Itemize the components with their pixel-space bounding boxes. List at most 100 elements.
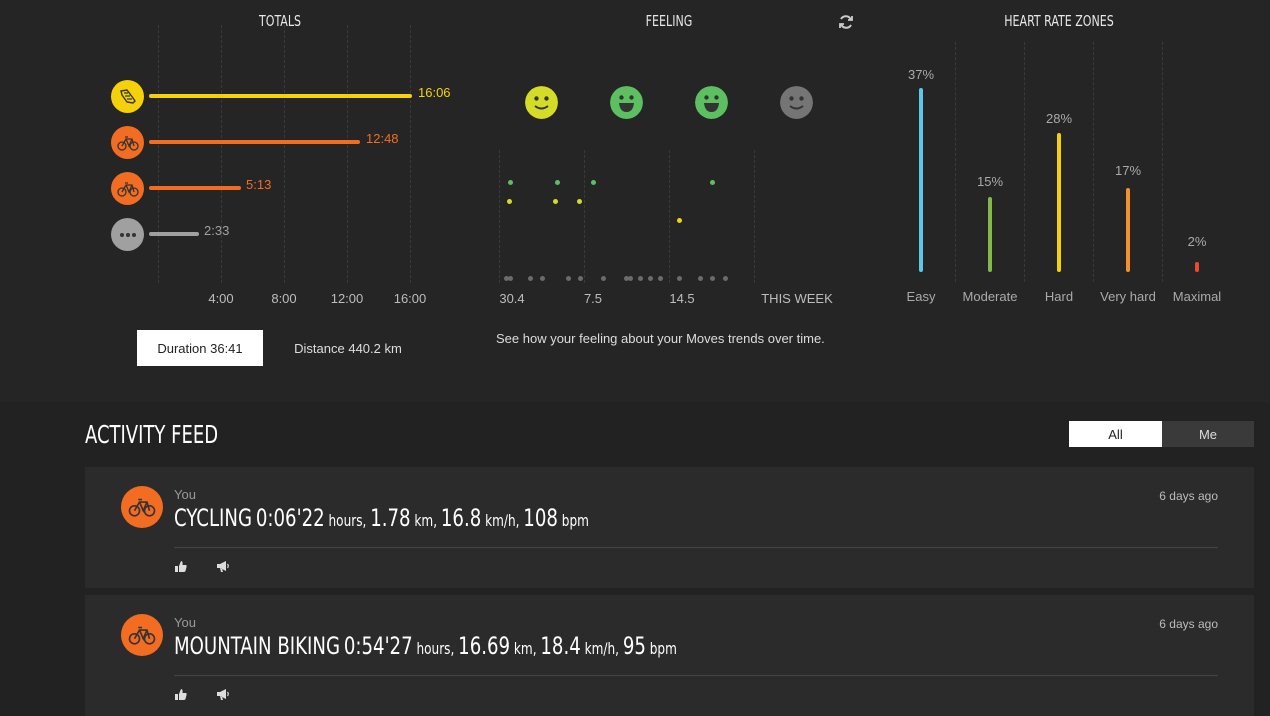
- hr-zone-percent: 2%: [1187, 234, 1207, 249]
- feeling-title: FEELING: [645, 12, 693, 30]
- bike-icon: [128, 626, 156, 645]
- feed-distance-unit: km,: [414, 511, 438, 530]
- feed-card[interactable]: You 6 days ago CYCLING 0:06'22 hours, 1.…: [85, 467, 1254, 588]
- thumbs-up-icon[interactable]: [174, 687, 188, 701]
- more-icon: [119, 232, 136, 237]
- hr-zone-label: Easy: [906, 289, 936, 304]
- feed-speed: 18.4: [540, 632, 581, 660]
- feeling-dot: [710, 276, 715, 281]
- feed-heart-rate: 95: [622, 632, 646, 660]
- feed-distance-unit: km,: [513, 639, 537, 658]
- feeling-tick: THIS WEEK: [761, 291, 833, 306]
- totals-tick: 16:00: [393, 291, 427, 306]
- filter-all-button[interactable]: All: [1069, 421, 1162, 447]
- total-value-cycling: 12:48: [366, 131, 399, 146]
- feeling-dot: [508, 276, 513, 281]
- total-value-running: 16:06: [418, 85, 451, 100]
- divider: [174, 547, 1218, 548]
- shoe-icon: [119, 88, 136, 104]
- duration-button[interactable]: Duration 36:41: [137, 330, 263, 366]
- neutral-face-icon: [525, 86, 558, 119]
- feeling-dot: [578, 276, 583, 281]
- grid-line: [1093, 42, 1094, 282]
- feed-speed-unit: km/h,: [584, 639, 619, 658]
- feeling-dot: [591, 180, 596, 185]
- other-sport-badge: [111, 218, 144, 251]
- cycling-avatar: [121, 486, 163, 528]
- feeling-dot: [540, 276, 545, 281]
- grid-line: [499, 150, 500, 283]
- totals-tick: 12:00: [330, 291, 364, 306]
- feed-card[interactable]: You 6 days ago MOUNTAIN BIKING 0:54'27 h…: [85, 595, 1254, 716]
- hr-zone-bar-very-hard: [1126, 188, 1130, 272]
- feeling-tick: 7.5: [583, 291, 603, 306]
- hr-zone-bar-easy: [919, 88, 923, 272]
- hr-zone-bar-hard: [1057, 133, 1061, 272]
- grid-line: [669, 150, 670, 283]
- totals-tick: 4:00: [208, 291, 234, 306]
- bike-icon: [128, 498, 156, 517]
- happy-face-icon: [610, 86, 643, 119]
- total-value-other: 2:33: [204, 223, 230, 238]
- feed-duration: 0:54'27: [343, 632, 413, 660]
- hr-zone-label: Moderate: [962, 289, 1018, 304]
- hr-zone-bar-maximal: [1195, 262, 1199, 272]
- hr-zone-bar-moderate: [988, 197, 992, 272]
- heart-rate-zones-title: HEART RATE ZONES: [1004, 12, 1114, 30]
- hr-zone-percent: 15%: [976, 174, 1004, 189]
- hr-zone-label: Hard: [1044, 289, 1074, 304]
- grid-line: [158, 25, 159, 283]
- distance-button[interactable]: Distance 440.2 km: [280, 330, 416, 366]
- feeling-dot: [698, 276, 703, 281]
- grid-line: [955, 42, 956, 282]
- thumbs-up-icon[interactable]: [174, 559, 188, 573]
- feeling-dot: [658, 276, 663, 281]
- grid-line: [1162, 42, 1163, 282]
- total-value-mountain-biking: 5:13: [246, 177, 272, 192]
- feeling-dot: [508, 180, 513, 185]
- grid-line: [754, 150, 755, 283]
- grid-line: [584, 150, 585, 283]
- feeling-dot: [507, 199, 512, 204]
- feeling-dot: [710, 180, 715, 185]
- feed-speed: 16.8: [440, 504, 482, 532]
- bike-icon: [116, 181, 139, 197]
- hr-zone-label: Very hard: [1100, 289, 1156, 304]
- feeling-dot: [638, 276, 643, 281]
- cycling-sport-badge: [111, 126, 144, 159]
- grid-line: [347, 25, 348, 283]
- feed-heart-rate-unit: bpm: [649, 639, 677, 658]
- feeling-tick: 30.4: [499, 291, 525, 306]
- hr-zone-percent: 28%: [1045, 111, 1073, 126]
- feeling-dot: [677, 276, 682, 281]
- feed-duration: 0:06'22: [255, 504, 325, 532]
- total-bar-mountain-biking: [149, 186, 241, 190]
- feed-duration-unit: hours,: [328, 511, 367, 530]
- totals-tick: 8:00: [271, 291, 297, 306]
- activity-feed-title: ACTIVITY FEED: [85, 420, 219, 449]
- mountain-biking-avatar: [121, 614, 163, 656]
- happy-face-icon: [695, 86, 728, 119]
- megaphone-icon[interactable]: [216, 687, 230, 701]
- megaphone-icon[interactable]: [216, 559, 230, 573]
- feed-distance: 1.78: [370, 504, 411, 532]
- feed-time: 6 days ago: [1159, 489, 1218, 503]
- feeling-dot: [723, 276, 728, 281]
- feed-author: You: [174, 487, 196, 502]
- bike-icon: [116, 135, 139, 151]
- total-bar-other: [149, 232, 199, 236]
- feed-summary: CYCLING 0:06'22 hours, 1.78 km, 16.8 km/…: [174, 504, 589, 532]
- feeling-dot: [553, 199, 558, 204]
- filter-me-button[interactable]: Me: [1162, 421, 1254, 447]
- feeling-dot: [566, 276, 571, 281]
- feeling-dot: [628, 276, 633, 281]
- feed-time: 6 days ago: [1159, 617, 1218, 631]
- total-bar-cycling: [149, 140, 360, 144]
- feed-sport: CYCLING: [174, 504, 253, 532]
- feed-distance: 16.69: [458, 632, 511, 660]
- feeling-dot: [577, 199, 582, 204]
- totals-title: TOTALS: [258, 12, 302, 30]
- feed-speed-unit: km/h,: [485, 511, 520, 530]
- running-sport-badge: [111, 80, 144, 113]
- refresh-icon[interactable]: [838, 14, 854, 30]
